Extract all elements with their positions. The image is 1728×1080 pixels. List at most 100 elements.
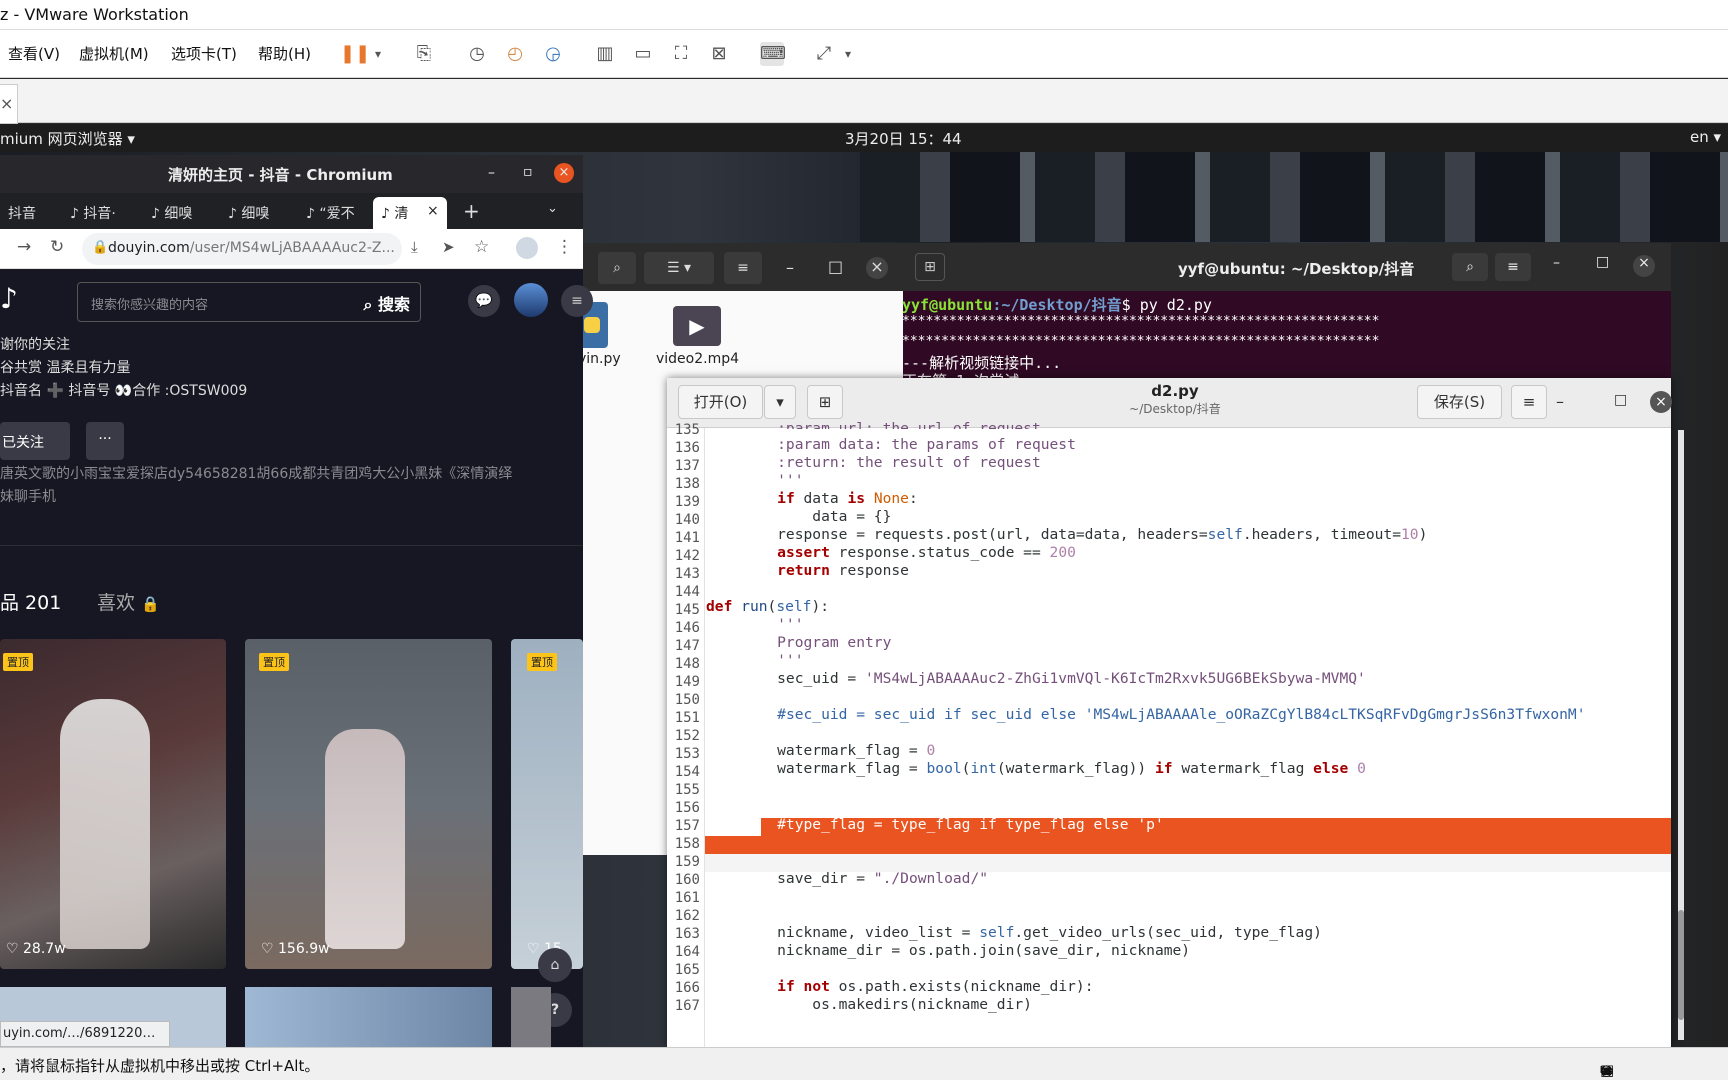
snapshot-manager-icon[interactable]: ◶ <box>541 42 565 66</box>
maximize-icon[interactable]: □ <box>828 257 843 276</box>
line-number: 154 <box>674 764 700 780</box>
menu-vm[interactable]: 虚拟机(M) <box>79 43 149 64</box>
minimize-icon[interactable]: – <box>1553 255 1560 271</box>
profile-icon[interactable] <box>516 237 538 259</box>
pause-icon[interactable]: ❚❚ <box>340 42 370 66</box>
file-label-video[interactable]: video2.mp4 <box>656 351 739 367</box>
code-line-selected: #type_flag = type_flag if type_flag else… <box>742 816 1164 833</box>
sidebar-view-icon[interactable]: ▥ <box>593 42 617 66</box>
avatar[interactable] <box>514 283 548 317</box>
search-icon[interactable]: ⌕ <box>598 252 636 284</box>
maximize-icon[interactable]: ▫ <box>523 164 533 180</box>
menu-icon[interactable]: ≡ <box>1511 385 1547 419</box>
maximize-icon[interactable]: □ <box>1614 392 1627 408</box>
address-bar[interactable]: 🔒 douyin.com/user/MS4wLjABAAAAuc2-Z... <box>82 233 402 265</box>
follow-button[interactable]: 已关注 <box>0 422 70 460</box>
close-icon[interactable]: × <box>1633 255 1655 277</box>
share-icon[interactable]: ➤ <box>442 238 455 256</box>
code-line: watermark_flag = bool(int(watermark_flag… <box>742 760 1366 777</box>
app-menu[interactable]: mium 网页浏览器 ▾ <box>0 128 135 149</box>
menu-icon[interactable]: ≡ <box>561 285 593 317</box>
menu-view[interactable]: 查看(V) <box>8 43 60 64</box>
install-icon[interactable]: ⤓ <box>411 238 418 256</box>
search-placeholder: 搜索你感兴趣的内容 <box>91 298 209 313</box>
message-icon[interactable]: 💬 <box>468 285 500 317</box>
chromium-titlebar: 清妍的主页 - 抖音 - Chromium – ▫ × <box>0 155 583 193</box>
video-thumbnail[interactable] <box>511 987 551 1047</box>
minimize-icon[interactable]: – <box>488 165 495 181</box>
clock[interactable]: 3月20日 15：44 <box>845 128 962 149</box>
forward-icon[interactable]: → <box>17 237 31 257</box>
bio-line: 谷共赏 温柔且有力量 <box>0 360 131 376</box>
url-path: /user/MS4wLjABAAAAuc2-Z... <box>189 240 395 256</box>
send-keys-icon[interactable]: ⎘ <box>412 42 436 66</box>
new-tab-icon[interactable]: + <box>463 199 480 223</box>
tab-works[interactable]: 品 201 <box>0 588 61 615</box>
unity-icon[interactable]: ⊠ <box>707 42 731 66</box>
chevron-down-icon[interactable]: ▾ <box>764 385 796 419</box>
code-line: sec_uid = 'MS4wLjABAAAAuc2-ZhGi1vmVQl-K6… <box>742 670 1366 687</box>
revert-snapshot-icon[interactable]: ◴ <box>503 42 527 66</box>
kebab-menu-icon[interactable]: ⋮ <box>556 237 573 257</box>
browser-tab-active[interactable]: ♪ 清 × <box>373 197 447 229</box>
search-icon[interactable]: ⌕ <box>1452 253 1488 281</box>
open-button[interactable]: 打开(O) <box>678 385 763 419</box>
chromium-title: 清妍的主页 - 抖音 - Chromium <box>168 166 393 184</box>
search-button[interactable]: ⌕ 搜索 <box>363 291 410 315</box>
chevron-down-icon[interactable]: ⌄ <box>547 201 558 216</box>
browser-tab[interactable]: 抖音 <box>0 197 62 229</box>
chromium-tabstrip: 抖音 ♪ 抖音· ♪ 细嗅 ♪ 细嗅 ♪ “爱不 ♪ 清 × + ⌄ <box>0 193 583 229</box>
maximize-icon[interactable]: □ <box>1596 254 1609 270</box>
new-tab-icon[interactable]: ⊞ <box>915 253 945 281</box>
reload-icon[interactable]: ↻ <box>50 237 64 257</box>
menu-icon[interactable]: ≡ <box>724 252 762 284</box>
douyin-logo-icon[interactable]: ♪ <box>0 282 18 315</box>
line-number: 148 <box>674 656 700 672</box>
browser-tab[interactable]: ♪ 抖音· <box>62 197 124 229</box>
browser-tab[interactable]: ♪ 细嗅 <box>220 197 282 229</box>
vm-tab[interactable]: × <box>0 84 18 124</box>
new-tab-icon[interactable]: ⊞ <box>807 385 843 419</box>
input-language[interactable]: en ▾ <box>1690 128 1721 146</box>
chevron-down-icon[interactable]: ▾ <box>366 42 390 66</box>
video-thumbnail[interactable]: 置顶 ♡ 156.9w <box>245 639 492 969</box>
video-thumbnail[interactable]: 置顶 ♡ 15. <box>511 639 583 969</box>
browser-tab[interactable]: ♪ “爱不 <box>298 197 360 229</box>
bookmark-star-icon[interactable]: ☆ <box>474 237 489 257</box>
douyin-search-input[interactable]: 搜索你感兴趣的内容 ⌕ 搜索 <box>77 282 421 322</box>
terminal-icon[interactable]: ⌨ <box>760 42 786 66</box>
shop-icon[interactable]: ⌂ <box>538 948 572 982</box>
music-line[interactable]: 唐英文歌的小雨宝宝爱探店dy54658281胡66成都共青团鸡大公小黑妹《深情演… <box>0 463 583 483</box>
menu-help[interactable]: 帮助(H) <box>258 43 311 64</box>
file-label-py[interactable]: yin.py <box>578 351 621 367</box>
lock-icon: 🔒 <box>141 595 160 613</box>
menu-tabs[interactable]: 选项卡(T) <box>171 43 237 64</box>
line-number: 167 <box>674 998 700 1014</box>
menu-icon[interactable]: ≡ <box>1495 253 1531 281</box>
browser-tab[interactable]: ♪ 细嗅 <box>143 197 205 229</box>
chevron-down-icon[interactable]: ▾ <box>836 42 860 66</box>
search-button-label: 搜索 <box>377 295 410 314</box>
view-list-icon[interactable]: ☰ ▾ <box>644 252 714 284</box>
more-button[interactable]: ··· <box>86 422 124 460</box>
video-file-icon[interactable]: ▶ <box>673 306 721 346</box>
close-icon[interactable]: × <box>554 163 574 183</box>
close-icon[interactable]: × <box>0 94 13 113</box>
line-number: 163 <box>674 926 700 942</box>
url-text: douyin.com/user/MS4wLjABAAAAuc2-Z... <box>108 240 395 256</box>
tab-likes[interactable]: 喜欢 🔒 <box>97 588 160 615</box>
close-icon[interactable]: × <box>427 203 439 219</box>
save-button[interactable]: 保存(S) <box>1417 385 1502 419</box>
fullscreen-icon[interactable]: ⛶ <box>669 42 693 66</box>
stretch-icon[interactable]: ⤢ <box>812 42 836 66</box>
video-thumbnail[interactable]: 置顶 ♡ 28.7w <box>0 639 226 969</box>
close-icon[interactable]: × <box>1650 391 1672 413</box>
minimize-icon[interactable]: – <box>1556 392 1564 411</box>
network-icon[interactable]: ⧉ <box>1600 1061 1619 1079</box>
scrollbar-thumb[interactable] <box>1678 910 1684 1020</box>
minimize-icon[interactable]: – <box>786 258 794 277</box>
video-thumbnail[interactable] <box>245 987 492 1047</box>
snapshot-icon[interactable]: ◷ <box>465 42 489 66</box>
console-view-icon[interactable]: ▭ <box>631 42 655 66</box>
close-icon[interactable]: × <box>866 257 888 279</box>
